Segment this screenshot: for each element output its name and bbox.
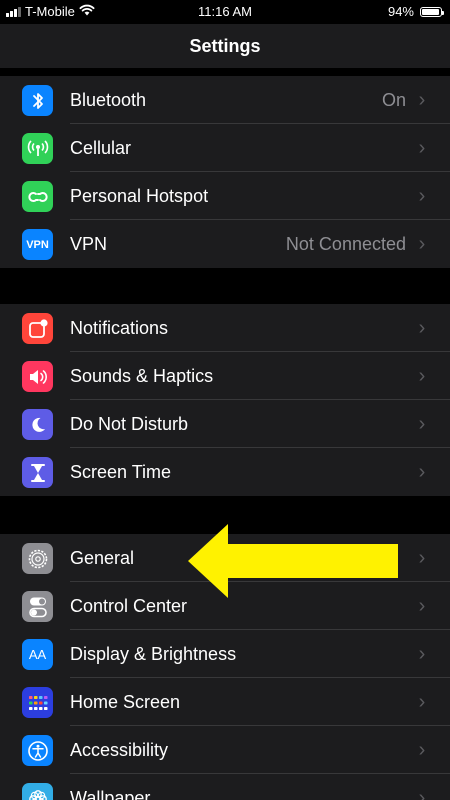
settings-row-do-not-disturb[interactable]: Do Not Disturb › xyxy=(0,400,450,448)
chevron-right-icon: › xyxy=(418,643,426,665)
yellow-arrow-annotation xyxy=(188,524,398,598)
settings-screen: T-Mobile 11:16 AM 94% Settings Bluetooth… xyxy=(0,0,450,800)
nav-header: Settings xyxy=(0,24,450,68)
settings-row-label: Sounds & Haptics xyxy=(70,366,214,386)
page-title: Settings xyxy=(189,36,261,56)
settings-row-label: General xyxy=(70,548,135,568)
gear-icon xyxy=(22,543,53,574)
settings-row-accessibility[interactable]: Accessibility › xyxy=(0,726,450,774)
settings-row-wallpaper[interactable]: Wallpaper › xyxy=(0,774,450,800)
status-bar: T-Mobile 11:16 AM 94% xyxy=(0,0,450,24)
settings-row-sounds-haptics[interactable]: Sounds & Haptics › xyxy=(0,352,450,400)
settings-row-value: Not Connected xyxy=(285,234,406,254)
settings-row-cellular[interactable]: Cellular › xyxy=(0,124,450,172)
settings-row-label: Personal Hotspot xyxy=(70,186,209,206)
vpn-icon-text: VPN xyxy=(26,238,49,251)
speaker-icon xyxy=(22,361,53,392)
settings-row-label: Screen Time xyxy=(70,462,172,482)
battery-level xyxy=(422,8,439,15)
settings-row-vpn[interactable]: VPN VPN Not Connected › xyxy=(0,220,450,268)
chevron-right-icon: › xyxy=(418,413,426,435)
chevron-right-icon: › xyxy=(418,547,426,569)
chevron-right-icon: › xyxy=(418,739,426,761)
chevron-right-icon: › xyxy=(418,787,426,800)
display-icon-text: AA xyxy=(28,647,47,662)
moon-icon xyxy=(22,409,53,440)
battery-percent: 94% xyxy=(387,4,414,19)
settings-row-label: Notifications xyxy=(70,318,169,338)
settings-row-label: Home Screen xyxy=(70,692,181,712)
settings-row-label: Accessibility xyxy=(70,740,169,760)
home-screen-icon xyxy=(22,687,53,718)
hourglass-icon xyxy=(22,457,53,488)
chevron-right-icon: › xyxy=(418,233,426,255)
antenna-icon xyxy=(22,133,53,164)
settings-row-label: Cellular xyxy=(70,138,132,158)
settings-row-label: Do Not Disturb xyxy=(70,414,189,434)
settings-row-label: Display & Brightness xyxy=(70,644,237,664)
settings-row-bluetooth[interactable]: Bluetooth On › xyxy=(0,76,450,124)
battery-icon xyxy=(420,6,444,17)
status-right: 94% xyxy=(387,4,444,19)
chevron-right-icon: › xyxy=(418,317,426,339)
settings-row-personal-hotspot[interactable]: Personal Hotspot › xyxy=(0,172,450,220)
settings-row-display-brightness[interactable]: AA Display & Brightness › xyxy=(0,630,450,678)
settings-row-home-screen[interactable]: Home Screen › xyxy=(0,678,450,726)
settings-row-label: Bluetooth xyxy=(70,90,147,110)
chevron-right-icon: › xyxy=(418,365,426,387)
display-icon: AA xyxy=(22,639,53,670)
settings-row-label: VPN xyxy=(70,234,108,254)
chevron-right-icon: › xyxy=(418,89,426,111)
settings-row-screen-time[interactable]: Screen Time › xyxy=(0,448,450,496)
chevron-right-icon: › xyxy=(418,185,426,207)
chevron-right-icon: › xyxy=(418,595,426,617)
toggles-icon xyxy=(22,591,53,622)
chevron-right-icon: › xyxy=(418,691,426,713)
settings-group-notifications: Notifications › Sounds & Haptics › Do No… xyxy=(0,304,450,496)
chevron-right-icon: › xyxy=(418,461,426,483)
settings-row-notifications[interactable]: Notifications › xyxy=(0,304,450,352)
chevron-right-icon: › xyxy=(418,137,426,159)
vpn-icon: VPN xyxy=(22,229,53,260)
accessibility-icon xyxy=(22,735,53,766)
settings-row-value: On xyxy=(381,90,406,110)
bluetooth-icon xyxy=(22,85,53,116)
settings-row-label: Wallpaper xyxy=(70,788,151,800)
wallpaper-icon xyxy=(22,783,53,800)
settings-group-connectivity: Bluetooth On › Cellular › Personal Hotsp… xyxy=(0,76,450,268)
hotspot-icon xyxy=(22,181,53,212)
status-time: 11:16 AM xyxy=(198,4,252,19)
settings-row-label: Control Center xyxy=(70,596,188,616)
notifications-icon xyxy=(22,313,53,344)
